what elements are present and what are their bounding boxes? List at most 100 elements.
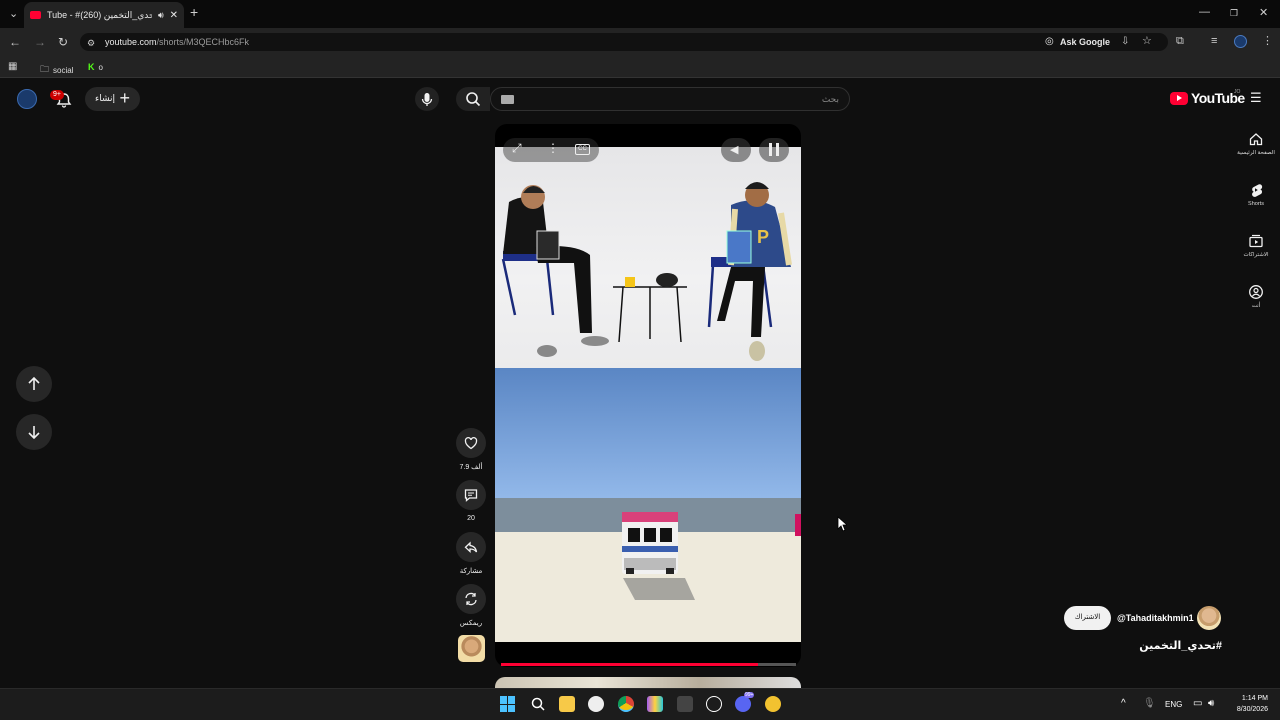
bookmark-item-o[interactable]: K o	[88, 62, 103, 72]
tab-search-icon[interactable]: ⌄	[9, 8, 18, 20]
search-placeholder: بحث	[821, 94, 839, 104]
search-input[interactable]: بحث	[490, 87, 850, 111]
arrow-down-icon	[28, 426, 40, 440]
voice-search-button[interactable]	[415, 87, 439, 111]
tab-close-icon[interactable]: ✕	[170, 10, 178, 21]
share-action[interactable]: مشاركة	[456, 532, 486, 575]
site-info-icon[interactable]: ⚙	[87, 37, 95, 49]
volume-tray-icon[interactable]: 🔊︎	[1208, 698, 1214, 710]
app-icon[interactable]	[647, 696, 663, 712]
taskbar-search-icon[interactable]	[530, 696, 546, 712]
nav-item-shorts[interactable]: Shorts	[1236, 182, 1276, 207]
remix-button[interactable]	[456, 584, 486, 614]
profile-avatar-icon[interactable]	[1234, 35, 1247, 48]
comment-action[interactable]: 20	[456, 480, 486, 522]
comment-button[interactable]	[456, 480, 486, 510]
discord-badge: 99+	[744, 692, 755, 698]
bookmark-item-social[interactable]: 🗀︎ social	[40, 62, 73, 78]
close-window-icon[interactable]: ✕	[1259, 7, 1268, 19]
chrome-menu-icon[interactable]: ⋮	[1262, 35, 1273, 47]
fullscreen-icon[interactable]: ⤢	[512, 141, 522, 156]
country-code: JO	[1234, 89, 1241, 95]
back-icon[interactable]: ←	[9, 36, 21, 48]
channel-avatar[interactable]	[1197, 606, 1221, 630]
shorts-icon	[1252, 184, 1263, 197]
youtube-favicon-icon	[30, 11, 41, 19]
bookmarks-bar: ▦ 🗀︎ social K o	[0, 56, 1280, 78]
hamburger-menu-icon[interactable]: ☰	[1250, 91, 1262, 104]
create-label: إنشاء	[95, 93, 116, 103]
file-explorer-icon[interactable]	[559, 696, 575, 712]
chatgpt-icon[interactable]	[706, 696, 722, 712]
channel-handle[interactable]: @Tahaditakhmin1	[1117, 613, 1194, 623]
windows-start-icon[interactable]	[500, 696, 516, 712]
previous-short-button[interactable]	[16, 366, 52, 402]
network-icon[interactable]: ▭	[1193, 698, 1202, 710]
nav-item-home[interactable]: الصفحة الرئيسية	[1236, 131, 1276, 156]
more-options-icon[interactable]: ⋮	[547, 141, 559, 155]
clock-date: 8/30/2026	[1236, 706, 1268, 713]
url-text[interactable]: youtube.com/shorts/M3QECHbc6Fk	[105, 35, 249, 49]
nav-label: Shorts	[1248, 201, 1264, 207]
next-short-button[interactable]	[16, 414, 52, 450]
app-icon[interactable]	[588, 696, 604, 712]
tab-title: Tube - #تحدي_التخمين (260)	[47, 9, 152, 20]
volume-icon: ◀	[730, 144, 739, 156]
search-button[interactable]	[456, 87, 490, 111]
tray-overflow-icon[interactable]: ^	[1121, 698, 1126, 710]
comment-icon	[464, 489, 478, 502]
create-button[interactable]: إنشاء +	[85, 87, 140, 111]
input-language[interactable]: ENG	[1165, 700, 1182, 709]
keyboard-icon[interactable]	[501, 95, 514, 104]
like-action[interactable]: 7.9 ألف	[456, 428, 486, 471]
bookmark-star-icon[interactable]: ☆	[1142, 35, 1152, 47]
pause-button[interactable]	[759, 138, 789, 162]
pause-icon-bar	[776, 143, 779, 156]
microphone-icon	[421, 93, 433, 106]
remix-action[interactable]: ريمكس	[456, 584, 486, 627]
forward-icon[interactable]: →	[34, 36, 46, 48]
media-controls-icon[interactable]: ≡	[1211, 35, 1217, 47]
minimize-icon[interactable]: —	[1199, 6, 1210, 18]
you-icon	[1249, 285, 1263, 299]
install-app-icon[interactable]: ⇩	[1121, 36, 1129, 48]
nav-item-you[interactable]: أنت	[1236, 284, 1276, 309]
apps-grid-icon[interactable]: ▦	[8, 61, 17, 73]
bookmark-label: social	[53, 65, 74, 75]
video-top-scene: P	[495, 147, 801, 368]
discord-icon[interactable]: 99+	[735, 692, 755, 712]
nav-label: أنت	[1251, 303, 1261, 309]
app-icon[interactable]	[765, 696, 781, 712]
extensions-icon[interactable]: ⧉	[1176, 35, 1184, 47]
captions-icon[interactable]: CC	[575, 144, 590, 155]
remix-label: ريمكس	[459, 620, 483, 627]
mute-button[interactable]: ◀	[721, 138, 751, 162]
app-icon[interactable]	[677, 696, 693, 712]
right-person-figure: P	[707, 182, 792, 361]
table-figure	[613, 273, 687, 343]
account-avatar[interactable]	[17, 89, 37, 109]
clock[interactable]: 1:14 PM 8/30/2026	[1230, 693, 1268, 715]
new-tab-icon[interactable]: +	[190, 5, 198, 19]
url-path: /shorts/M3QECHbc6Fk	[156, 37, 250, 47]
restore-icon[interactable]: ❐	[1230, 7, 1238, 19]
folder-icon: 🗀︎	[40, 64, 50, 74]
like-button[interactable]	[456, 428, 486, 458]
ask-google-button[interactable]: ◎ Ask Google	[1040, 34, 1116, 50]
video-title[interactable]: #تحدي_التخمين	[1120, 639, 1222, 652]
youtube-play-icon	[1170, 91, 1188, 105]
sound-thumbnail[interactable]	[458, 635, 485, 662]
share-button[interactable]	[456, 532, 486, 562]
chrome-icon[interactable]	[618, 696, 634, 712]
reload-icon[interactable]: ↻	[58, 36, 68, 48]
shorts-player[interactable]: P ⤢ ⋮ CC ◀	[495, 124, 801, 667]
url-host: youtube.com	[105, 37, 157, 47]
audio-playing-icon: 🔊︎	[157, 9, 164, 20]
microphone-tray-icon[interactable]: 🎙︎	[1143, 698, 1156, 710]
nav-item-subscriptions[interactable]: الاشتراكات	[1236, 233, 1276, 258]
bookmark-label: o	[98, 62, 103, 72]
clock-time: 1:14 PM	[1241, 695, 1268, 702]
browser-tab[interactable]: Tube - #تحدي_التخمين (260) 🔊︎ ✕	[24, 2, 184, 28]
subscribe-button[interactable]: الاشتراك	[1064, 606, 1111, 630]
left-person-figure	[501, 185, 609, 357]
